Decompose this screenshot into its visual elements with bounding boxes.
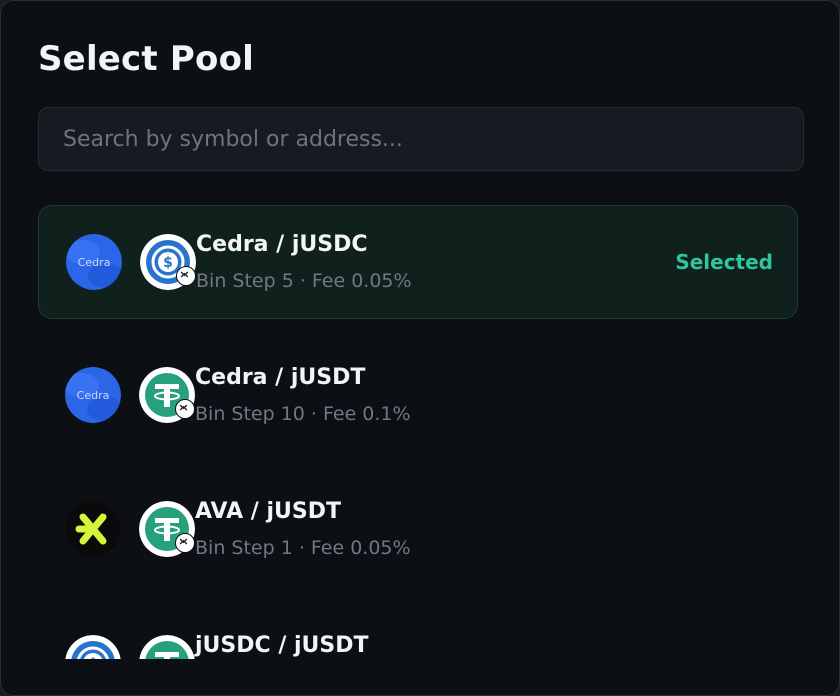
pool-meta: Bin Step 5 · Fee 0.05% [196, 270, 412, 292]
pool-item-cedra-jusdc[interactable]: Cedra $ Cedra / jUSDC Bin Step 5 · Fee 0… [38, 205, 798, 319]
bridge-badge-icon [176, 266, 196, 286]
pool-item-cedra-jusdt[interactable]: Cedra Cedra / jUSDT Bin Step 10 · Fee 0.… [38, 339, 798, 453]
ava-logo-icon [65, 501, 121, 557]
pool-pair-name: jUSDC / jUSDT [195, 633, 369, 658]
select-pool-modal: Select Pool Cedra [0, 0, 840, 696]
pool-token-icons: $ [65, 635, 195, 659]
bridge-badge-icon [175, 533, 195, 553]
pool-list[interactable]: Cedra $ Cedra / jUSDC Bin Step 5 · Fee 0… [38, 205, 798, 659]
svg-text:$: $ [163, 255, 173, 271]
bridge-badge-icon [175, 399, 195, 419]
cedra-logo-icon: Cedra [66, 234, 122, 290]
svg-text:Cedra: Cedra [77, 389, 110, 402]
cedra-logo-icon: Cedra [65, 367, 121, 423]
pool-pair-name: Cedra / jUSDT [195, 365, 366, 390]
pool-item-jusdc-jusdt[interactable]: $ jUSDC / jUSDT [38, 607, 798, 659]
pool-token-icons: Cedra $ [66, 234, 196, 290]
pool-pair-name: AVA / jUSDT [195, 499, 341, 524]
modal-title: Select Pool [38, 39, 254, 79]
pool-token-icons [65, 501, 195, 557]
pool-item-ava-jusdt[interactable]: AVA / jUSDT Bin Step 1 · Fee 0.05% [38, 473, 798, 587]
pool-meta: Bin Step 1 · Fee 0.05% [195, 537, 411, 559]
svg-text:$: $ [88, 656, 98, 659]
tether-logo-icon [139, 635, 195, 659]
pool-meta: Bin Step 10 · Fee 0.1% [195, 403, 411, 425]
selected-status: Selected [675, 250, 773, 274]
pool-pair-name: Cedra / jUSDC [196, 232, 368, 257]
usdc-logo-icon: $ [65, 635, 121, 659]
svg-text:Cedra: Cedra [78, 256, 111, 269]
search-input[interactable] [38, 107, 804, 171]
pool-token-icons: Cedra [65, 367, 195, 423]
